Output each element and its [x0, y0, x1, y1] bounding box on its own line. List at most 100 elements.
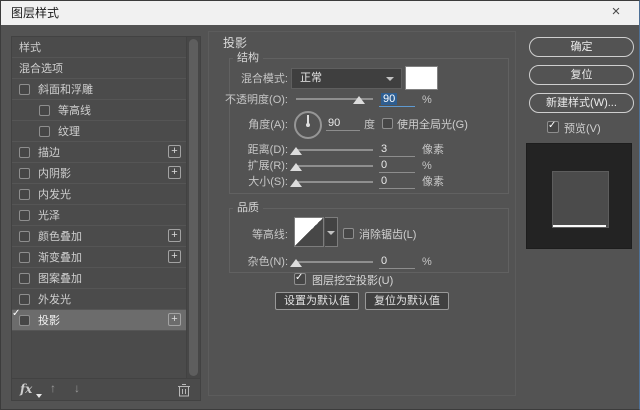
sidebar-item-label: 样式: [19, 39, 41, 55]
structure-group-label: 结构: [233, 51, 263, 65]
shadow-color-swatch[interactable]: [405, 66, 438, 90]
scrollbar-thumb[interactable]: [189, 39, 198, 376]
sidebar-item[interactable]: 内阴影 +: [12, 163, 186, 184]
effects-list: 样式混合选项斜面和浮雕等高线纹理描边 + 内阴影 + 内发光光泽颜色叠加+渐变叠加+ 图案…: [12, 37, 186, 378]
sidebar-item-label: 混合选项: [19, 60, 63, 76]
distance-label: 距离(D):: [216, 143, 288, 157]
fx-caret-icon: [36, 394, 42, 398]
add-effect-instance-icon[interactable]: +: [168, 229, 181, 242]
add-effect-instance-icon[interactable]: +: [168, 166, 181, 179]
effect-checkbox[interactable]: [39, 126, 50, 137]
new-style-button[interactable]: 新建样式(W)...: [529, 93, 634, 113]
sidebar-item[interactable]: 样式: [12, 37, 186, 58]
sidebar-item-label: 外发光: [38, 291, 71, 307]
size-input[interactable]: 0: [379, 174, 415, 189]
effect-checkbox[interactable]: [19, 231, 30, 242]
sidebar-item[interactable]: 渐变叠加+: [12, 247, 186, 268]
effect-checkbox[interactable]: [19, 315, 30, 326]
opacity-input[interactable]: 90: [379, 92, 415, 107]
layer-style-dialog: 图层样式 × 样式混合选项斜面和浮雕等高线纹理描边 + 内阴影 + 内发光光泽颜色叠加+…: [0, 0, 640, 410]
move-effect-up-icon[interactable]: ↑: [50, 381, 56, 395]
size-slider-thumb[interactable]: [290, 179, 302, 187]
knockout-checkbox[interactable]: [294, 273, 306, 285]
preview-label: 预览(V): [564, 122, 601, 136]
spread-slider[interactable]: [296, 165, 373, 167]
spread-slider-thumb[interactable]: [290, 163, 302, 171]
delete-effect-icon[interactable]: [178, 383, 190, 402]
chevron-down-icon: [386, 77, 394, 81]
reset-default-button[interactable]: 复位为默认值: [365, 292, 449, 310]
global-light-label: 使用全局光(G): [397, 118, 468, 132]
angle-dial[interactable]: [294, 111, 322, 139]
sidebar-item[interactable]: 混合选项: [12, 58, 186, 79]
effect-checkbox[interactable]: [19, 252, 30, 263]
preview-checkbox[interactable]: [547, 121, 559, 133]
quality-group-label: 品质: [233, 201, 263, 215]
add-effect-instance-icon[interactable]: +: [168, 313, 181, 326]
sidebar-item[interactable]: 等高线: [12, 100, 186, 121]
size-slider[interactable]: [296, 181, 373, 183]
angle-dial-center: [306, 123, 310, 127]
knockout-label: 图层挖空投影(U): [312, 274, 393, 288]
sidebar-item[interactable]: 内发光: [12, 184, 186, 205]
effect-checkbox[interactable]: [39, 105, 50, 116]
effect-checkbox[interactable]: [19, 189, 30, 200]
blend-mode-value: 正常: [300, 69, 322, 88]
distance-input[interactable]: 3: [379, 142, 415, 157]
sidebar-item[interactable]: 颜色叠加+: [12, 226, 186, 247]
size-label: 大小(S):: [216, 175, 288, 189]
move-effect-down-icon[interactable]: ↓: [74, 381, 80, 395]
distance-slider[interactable]: [296, 149, 373, 151]
reset-button[interactable]: 复位: [529, 65, 634, 85]
anti-alias-checkbox[interactable]: [343, 228, 354, 239]
effect-preview-thumbnail: [526, 143, 632, 249]
sidebar-item[interactable]: 描边 +: [12, 142, 186, 163]
sidebar-item-label: 纹理: [58, 123, 80, 139]
ok-button[interactable]: 确定: [529, 37, 634, 57]
sidebar-item[interactable]: 外发光: [12, 289, 186, 310]
effect-checkbox[interactable]: [19, 147, 30, 158]
contour-dropdown[interactable]: [325, 217, 338, 247]
global-light-checkbox[interactable]: [382, 118, 393, 129]
opacity-label: 不透明度(O):: [216, 93, 288, 107]
chevron-down-icon: [327, 231, 335, 235]
sidebar-item-label: 内发光: [38, 186, 71, 202]
distance-slider-thumb[interactable]: [290, 147, 302, 155]
dialog-title: 图层样式: [11, 1, 59, 25]
effect-checkbox[interactable]: [19, 210, 30, 221]
spread-unit: %: [422, 159, 432, 173]
opacity-slider-thumb[interactable]: [353, 96, 365, 104]
sidebar-item-label: 内阴影: [38, 165, 71, 181]
effect-checkbox[interactable]: [19, 84, 30, 95]
fx-menu-icon[interactable]: fx: [20, 382, 32, 396]
sidebar-item-label: 图案叠加: [38, 270, 82, 286]
dialog-titlebar[interactable]: 图层样式 ×: [1, 1, 639, 25]
noise-input[interactable]: 0: [379, 254, 415, 269]
sidebar-item[interactable]: 纹理: [12, 121, 186, 142]
sidebar-item[interactable]: 斜面和浮雕: [12, 79, 186, 100]
blend-mode-select[interactable]: 正常: [291, 68, 402, 89]
noise-unit: %: [422, 255, 432, 269]
contour-label: 等高线:: [216, 228, 288, 242]
size-unit: 像素: [422, 175, 444, 189]
sidebar-item[interactable]: 光泽: [12, 205, 186, 226]
add-effect-instance-icon[interactable]: +: [168, 250, 181, 263]
make-default-button[interactable]: 设置为默认值: [275, 292, 359, 310]
effect-checkbox[interactable]: [19, 168, 30, 179]
noise-slider[interactable]: [296, 261, 373, 263]
close-icon[interactable]: ×: [601, 1, 631, 25]
sidebar-item-label: 投影: [38, 312, 60, 328]
spread-input[interactable]: 0: [379, 158, 415, 173]
sidebar-item-label: 描边: [38, 144, 60, 160]
effect-checkbox[interactable]: [19, 294, 30, 305]
effects-scrollbar[interactable]: [186, 37, 200, 378]
effect-checkbox[interactable]: [19, 273, 30, 284]
contour-picker[interactable]: [294, 217, 324, 247]
noise-slider-thumb[interactable]: [290, 259, 302, 267]
sidebar-item[interactable]: 图案叠加: [12, 268, 186, 289]
sidebar-item-label: 斜面和浮雕: [38, 81, 93, 97]
sidebar-item[interactable]: 投影 +: [12, 310, 186, 331]
add-effect-instance-icon[interactable]: +: [168, 145, 181, 158]
angle-input[interactable]: 90: [326, 116, 360, 131]
anti-alias-label: 消除锯齿(L): [359, 228, 416, 242]
